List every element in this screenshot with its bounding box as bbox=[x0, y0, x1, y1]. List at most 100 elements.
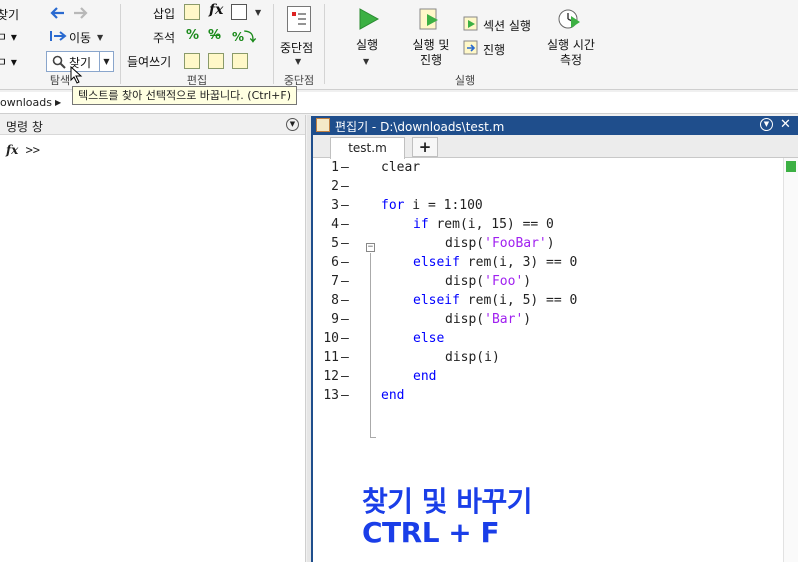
code-line[interactable]: 6– elseif rem(i, 3) == 0 bbox=[313, 255, 785, 274]
goto-button[interactable]: 이동 bbox=[69, 29, 91, 46]
line-number: 12 bbox=[323, 369, 339, 384]
uncomment-icon[interactable]: %̶ bbox=[208, 28, 221, 43]
cut-off-item-2[interactable]: ㅁ ▾ bbox=[0, 28, 17, 45]
code-text[interactable]: for i = 1:100 bbox=[381, 198, 483, 213]
comment-percent-icon[interactable]: % bbox=[186, 28, 199, 43]
code-line[interactable]: 7– disp('Foo') bbox=[313, 274, 785, 293]
pane-menu-icon[interactable]: ▼ bbox=[286, 118, 299, 131]
line-number: 5 bbox=[331, 236, 339, 251]
line-number: 7 bbox=[331, 274, 339, 289]
line-number: 8 bbox=[331, 293, 339, 308]
run-and-time-button[interactable]: 실행 시간 측정 bbox=[541, 38, 601, 68]
tab-test-m[interactable]: test.m bbox=[330, 137, 405, 159]
breakpoint-marker[interactable]: – bbox=[341, 160, 349, 175]
code-area[interactable]: − 찾기 및 바꾸기 CTRL + F 1– clear 2–3– for i = 1… bbox=[313, 158, 785, 562]
caption-line-1: 찾기 및 바꾸기 bbox=[362, 485, 533, 518]
fx-icon[interactable]: fx bbox=[6, 143, 18, 157]
edit-section: 삽입 fx ▼ 주석 % %̶ %⤵ 들여쓰기 편집 bbox=[121, 0, 273, 90]
insert-dropdown-icon[interactable]: ▼ bbox=[255, 8, 261, 17]
code-line[interactable]: 5– disp('FooBar') bbox=[313, 236, 785, 255]
code-line[interactable]: 8– elseif rem(i, 5) == 0 bbox=[313, 293, 785, 312]
run-and-advance-icon[interactable] bbox=[418, 6, 442, 32]
code-line[interactable]: 1– clear bbox=[313, 160, 785, 179]
breakpoints-dropdown-icon[interactable]: ▼ bbox=[295, 57, 301, 66]
comment-button[interactable]: 주석 bbox=[153, 29, 175, 46]
code-text[interactable]: clear bbox=[381, 160, 420, 175]
back-arrow-icon[interactable] bbox=[50, 6, 66, 20]
breakpoint-marker[interactable]: – bbox=[341, 388, 349, 403]
code-text[interactable]: else bbox=[413, 331, 444, 346]
caption-line-2: CTRL + F bbox=[362, 516, 500, 549]
run-and-time-icon[interactable] bbox=[557, 6, 581, 32]
close-icon[interactable]: ✕ bbox=[779, 118, 792, 131]
code-text[interactable]: elseif rem(i, 3) == 0 bbox=[413, 255, 577, 270]
code-text[interactable]: end bbox=[413, 369, 436, 384]
function-template-icon[interactable] bbox=[231, 4, 247, 20]
path-separator-icon[interactable]: ▶ bbox=[55, 98, 61, 107]
code-text[interactable]: disp('Bar') bbox=[445, 312, 531, 327]
breakpoint-marker[interactable]: – bbox=[341, 198, 349, 213]
insert-button[interactable]: 삽입 bbox=[153, 5, 175, 22]
add-tab-button[interactable]: + bbox=[412, 137, 438, 157]
run-and-advance-button[interactable]: 실행 및 진행 bbox=[407, 38, 455, 68]
run-dropdown-icon[interactable]: ▼ bbox=[363, 57, 369, 66]
breakpoint-marker[interactable]: – bbox=[341, 312, 349, 327]
code-line[interactable]: 9– disp('Bar') bbox=[313, 312, 785, 331]
insert-section-icon[interactable] bbox=[184, 4, 200, 20]
breakpoint-marker[interactable]: – bbox=[341, 293, 349, 308]
code-line[interactable]: 11– disp(i) bbox=[313, 350, 785, 369]
code-text[interactable]: end bbox=[381, 388, 404, 403]
code-line[interactable]: 10– else bbox=[313, 331, 785, 350]
run-section-label: 실행 bbox=[454, 74, 476, 87]
breakpoint-marker[interactable]: – bbox=[341, 350, 349, 365]
increase-indent-icon[interactable] bbox=[208, 53, 224, 69]
find-files-button[interactable]: 찾기 bbox=[0, 6, 19, 23]
code-text[interactable]: disp('Foo') bbox=[445, 274, 531, 289]
breakpoint-marker[interactable]: – bbox=[341, 369, 349, 384]
smart-indent-icon[interactable] bbox=[184, 53, 200, 69]
fold-guide-end bbox=[370, 437, 376, 438]
line-number: 2 bbox=[331, 179, 339, 194]
code-text[interactable]: if rem(i, 15) == 0 bbox=[413, 217, 554, 232]
code-line[interactable]: 4– if rem(i, 15) == 0 bbox=[313, 217, 785, 236]
breakpoint-marker[interactable]: – bbox=[341, 274, 349, 289]
editor-icon bbox=[316, 118, 330, 132]
command-window[interactable]: 명령 창 ▼ fx >> bbox=[0, 115, 306, 562]
code-text[interactable]: disp(i) bbox=[445, 350, 500, 365]
navigate-section: 찾기 ㅁ ▾ ㅁ ▾ 이동 ▼ 찾기 ▼ 탐색 bbox=[0, 0, 120, 90]
breakpoint-marker[interactable]: – bbox=[341, 331, 349, 346]
code-line[interactable]: 13– end bbox=[313, 388, 785, 407]
cut-off-item-3[interactable]: ㅁ ▾ bbox=[0, 53, 17, 70]
wrap-comments-icon[interactable]: %⤵ bbox=[232, 28, 256, 45]
run-icon[interactable] bbox=[356, 7, 380, 31]
indent-button[interactable]: 들여쓰기 bbox=[127, 53, 171, 70]
code-line[interactable]: 12– end bbox=[313, 369, 785, 388]
command-prompt[interactable]: fx >> bbox=[6, 143, 40, 157]
decrease-indent-icon[interactable] bbox=[232, 53, 248, 69]
forward-arrow-icon[interactable] bbox=[72, 6, 88, 20]
code-text[interactable]: disp('FooBar') bbox=[445, 236, 555, 251]
find-dropdown-icon[interactable]: ▼ bbox=[99, 52, 113, 71]
advance-button[interactable]: 진행 bbox=[483, 41, 505, 58]
breakpoints-button[interactable]: 중단점 bbox=[280, 39, 313, 56]
breakpoints-icon[interactable] bbox=[287, 6, 311, 32]
advance-icon bbox=[463, 40, 479, 56]
breakpoint-marker[interactable]: – bbox=[341, 217, 349, 232]
code-analyzer-status-icon[interactable] bbox=[786, 161, 796, 172]
command-window-header: 명령 창 ▼ bbox=[0, 115, 305, 135]
line-number: 6 bbox=[331, 255, 339, 270]
current-folder-path[interactable]: ownloads bbox=[0, 96, 52, 109]
line-number: 4 bbox=[331, 217, 339, 232]
code-text[interactable]: elseif rem(i, 5) == 0 bbox=[413, 293, 577, 308]
vertical-scrollbar[interactable] bbox=[783, 158, 798, 562]
code-line[interactable]: 2– bbox=[313, 179, 785, 198]
goto-dropdown-icon[interactable]: ▼ bbox=[97, 33, 103, 42]
run-button[interactable]: 실행 bbox=[345, 38, 389, 53]
breakpoint-marker[interactable]: – bbox=[341, 179, 349, 194]
breakpoint-marker[interactable]: – bbox=[341, 255, 349, 270]
editor-menu-icon[interactable]: ▼ bbox=[760, 118, 773, 131]
insert-function-icon[interactable]: fx bbox=[209, 2, 223, 18]
run-section-button[interactable]: 섹션 실행 bbox=[483, 17, 531, 34]
code-line[interactable]: 3– for i = 1:100 bbox=[313, 198, 785, 217]
breakpoint-marker[interactable]: – bbox=[341, 236, 349, 251]
